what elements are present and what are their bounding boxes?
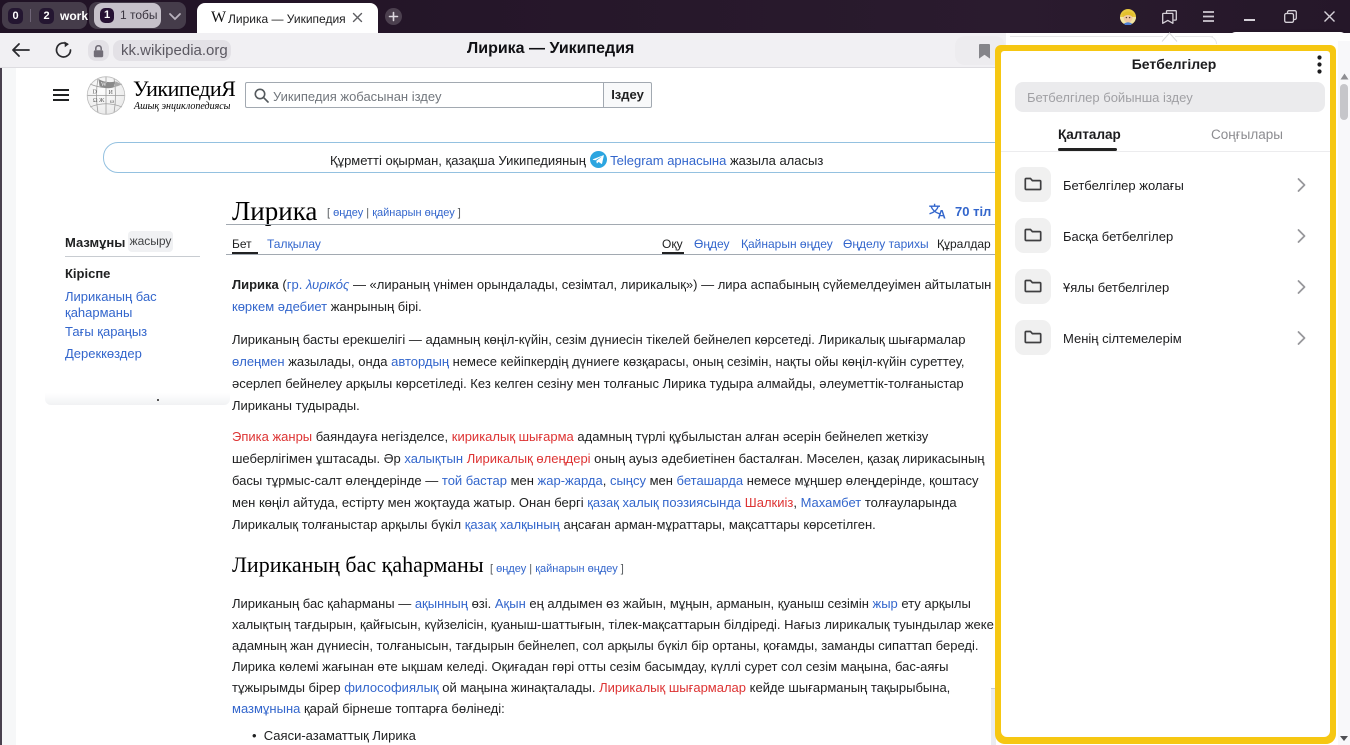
svg-text:И: И [109,90,114,96]
svg-text:D: D [93,90,98,96]
svg-text:Ж: Ж [99,98,105,104]
svg-text:ω: ω [110,99,114,105]
svg-text:A: A [938,210,946,220]
svg-text:W: W [101,82,107,88]
svg-text:Ω: Ω [93,98,98,104]
